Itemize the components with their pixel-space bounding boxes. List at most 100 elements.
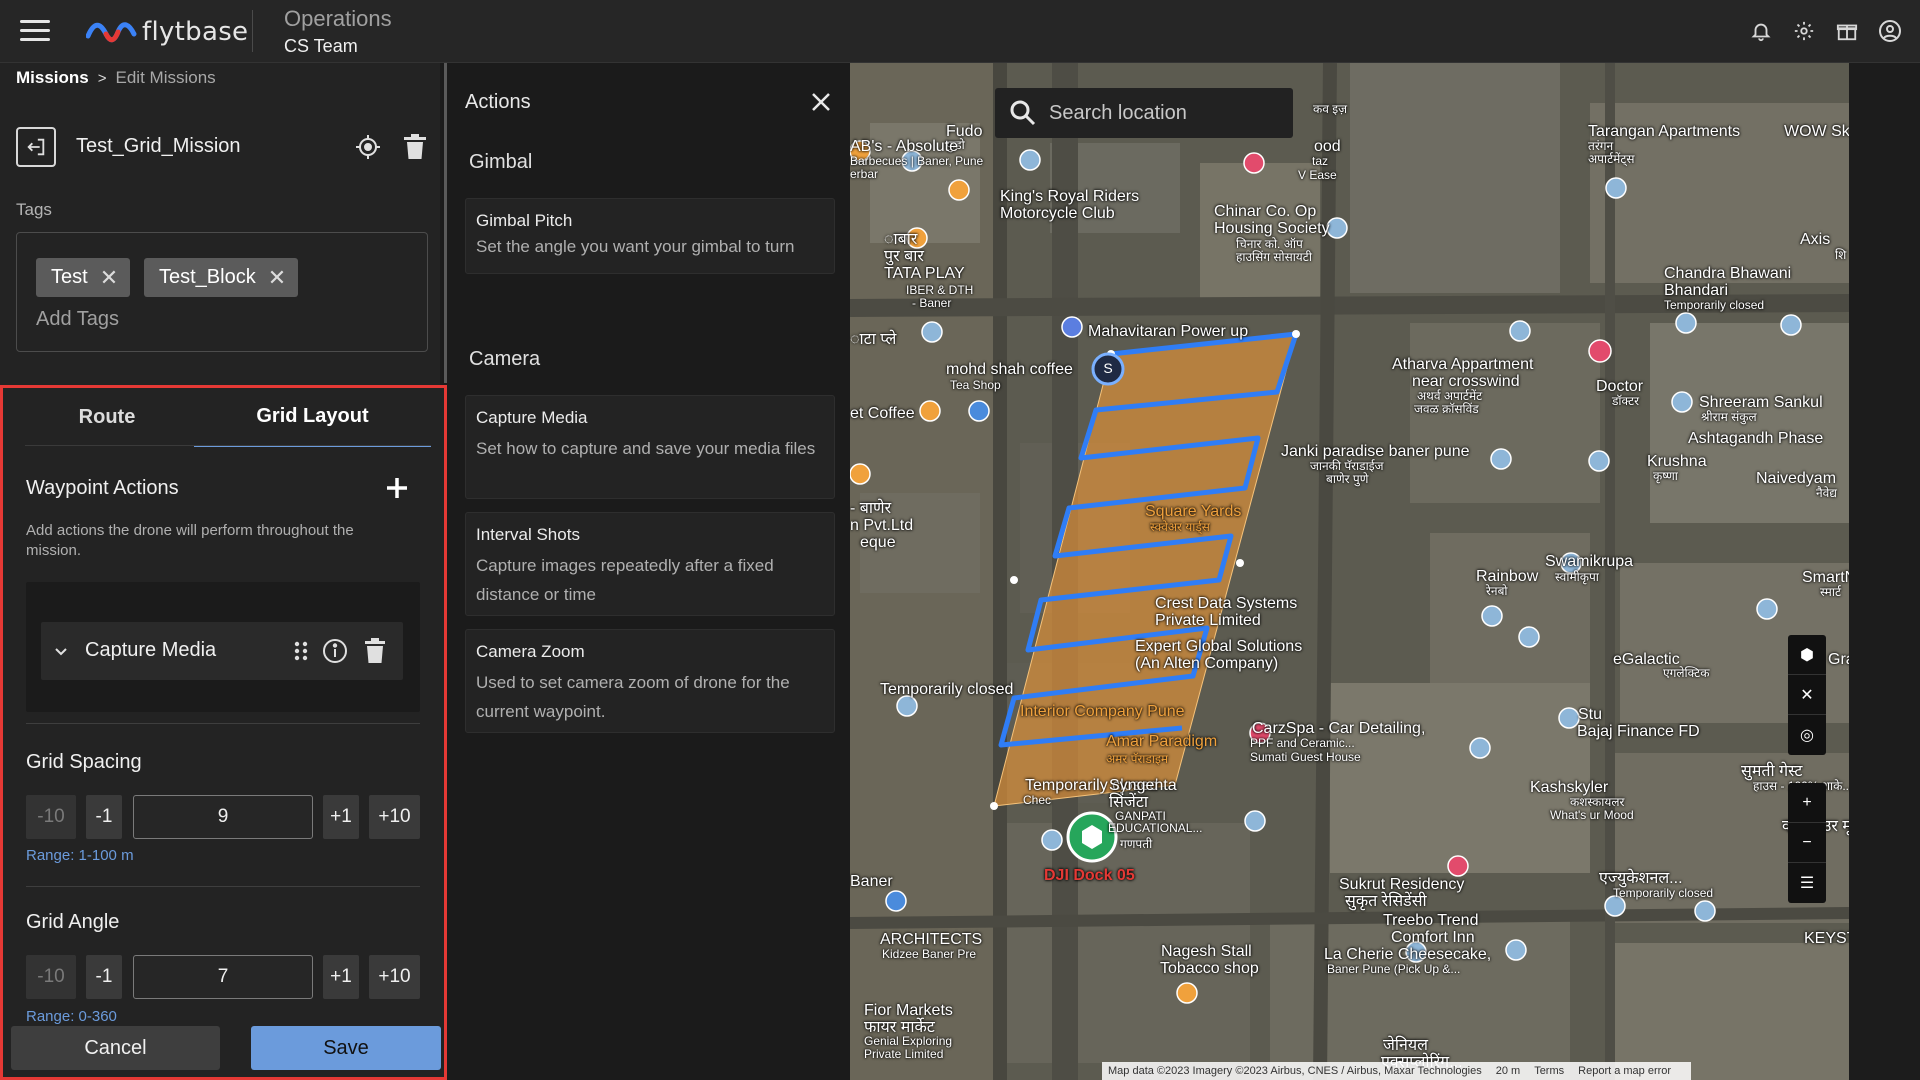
locate-mission-icon[interactable] bbox=[354, 133, 382, 161]
map-place-label[interactable]: Doctor bbox=[1596, 378, 1643, 395]
bell-icon[interactable] bbox=[1748, 18, 1774, 44]
map-place-label[interactable]: Crest Data Systems bbox=[1155, 595, 1297, 612]
map-place-label[interactable]: Expert Global Solutions bbox=[1135, 638, 1302, 655]
map-place-label[interactable]: डॉक्टर bbox=[1612, 395, 1639, 408]
grid-angle-plus-1-button[interactable]: +1 bbox=[323, 955, 359, 999]
delete-mission-icon[interactable] bbox=[402, 133, 428, 161]
map-place-label[interactable]: Shreeram Sankul bbox=[1699, 394, 1823, 411]
gear-icon[interactable] bbox=[1791, 18, 1817, 44]
map-place-label[interactable]: taz bbox=[1312, 155, 1328, 168]
map-place-label[interactable]: Axis bbox=[1800, 231, 1830, 248]
map-place-label[interactable]: स्मार्ट bbox=[1820, 586, 1841, 599]
map-place-label[interactable]: eque bbox=[860, 534, 896, 551]
map-place-label[interactable]: अपार्टमेंट्स bbox=[1588, 153, 1634, 166]
map-place-label[interactable]: नैवेद्य bbox=[1816, 487, 1837, 500]
map-place-label[interactable]: KEYSTONE bbox=[1804, 930, 1849, 947]
exit-button[interactable] bbox=[16, 127, 56, 167]
map-place-label[interactable]: Treebo Trend bbox=[1383, 912, 1478, 929]
cancel-button[interactable]: Cancel bbox=[11, 1026, 220, 1070]
map-place-label[interactable]: AB's - Absolute bbox=[850, 138, 958, 155]
map-place-label[interactable]: Sumati Guest House bbox=[1250, 751, 1361, 764]
delete-action-icon[interactable] bbox=[364, 638, 386, 664]
map-place-label[interactable]: Comfort Inn bbox=[1391, 929, 1475, 946]
action-item-capture-media[interactable]: Capture Media bbox=[41, 622, 403, 680]
grid-spacing-minus-1-button[interactable]: -1 bbox=[86, 795, 122, 839]
map-place-label[interactable]: Bhandari bbox=[1664, 282, 1728, 299]
info-icon[interactable] bbox=[322, 638, 348, 664]
map-place-label[interactable]: V Ease bbox=[1298, 169, 1337, 182]
map-place-label[interactable]: PPF and Ceramic... bbox=[1250, 737, 1355, 750]
map-place-label[interactable]: Tea Shop bbox=[950, 379, 1001, 392]
map-place-label[interactable]: Chandra Bhawani bbox=[1664, 265, 1791, 282]
user-account-icon[interactable] bbox=[1877, 18, 1903, 44]
map-place-label[interactable]: King's Royal Riders bbox=[1000, 188, 1139, 205]
map-place-label[interactable]: Housing Society bbox=[1214, 220, 1330, 237]
map-place-label[interactable]: शि bbox=[1835, 249, 1846, 262]
map-place-label[interactable]: पुर बार bbox=[884, 248, 924, 265]
map-place-label[interactable]: Janki paradise baner pune bbox=[1281, 443, 1470, 460]
remove-tag-icon[interactable]: ✕ bbox=[268, 266, 286, 289]
gift-icon[interactable] bbox=[1834, 18, 1860, 44]
map-place-label[interactable]: EDUCATIONAL... bbox=[1108, 822, 1202, 835]
map-place-label[interactable]: एज्युकेशनल... bbox=[1599, 870, 1683, 887]
map-place-label[interactable]: (An Alten Company) bbox=[1135, 655, 1278, 672]
map-place-label[interactable]: Ashtagandh Phase bbox=[1688, 430, 1823, 447]
map-place-label[interactable]: Stu bbox=[1578, 706, 1602, 723]
zoom-in-icon[interactable]: + bbox=[1788, 783, 1826, 823]
map-place-label[interactable]: कव इज़ bbox=[1313, 103, 1347, 116]
map-place-label[interactable]: जेनियल bbox=[1383, 1037, 1428, 1054]
map-place-label[interactable]: What's ur Mood bbox=[1550, 809, 1634, 822]
grid-spacing-plus-10-button[interactable]: +10 bbox=[369, 795, 420, 839]
map-place-label[interactable]: Bajaj Finance FD bbox=[1577, 723, 1700, 740]
map-search-input[interactable] bbox=[1049, 101, 1279, 125]
collapse-icon[interactable]: ✕ bbox=[1788, 675, 1826, 715]
map-place-label[interactable]: Baner Pune (Pick Up &... bbox=[1327, 963, 1460, 976]
tags-field[interactable]: Test ✕ Test_Block ✕ bbox=[16, 232, 428, 352]
start-marker-label[interactable]: S bbox=[1100, 360, 1116, 377]
map-place-label[interactable]: SmartNul bbox=[1802, 569, 1849, 586]
map-place-label[interactable]: Temporarily closed bbox=[1613, 887, 1713, 900]
map-place-label[interactable]: कृष्णा bbox=[1653, 470, 1678, 483]
map-place-label[interactable]: अमर पॅराडाइम bbox=[1106, 753, 1168, 766]
map-place-label[interactable]: Motorcycle Club bbox=[1000, 205, 1115, 222]
map-place-label[interactable]: बाणेर पुणे bbox=[1326, 473, 1368, 486]
map-place-label[interactable]: et Coffee bbox=[850, 405, 915, 422]
zoom-out-icon[interactable]: − bbox=[1788, 823, 1826, 863]
tab-route[interactable]: Route bbox=[25, 388, 189, 447]
action-card-camera-zoom[interactable]: Camera Zoom Used to set camera zoom of d… bbox=[465, 629, 835, 733]
chevron-down-icon[interactable] bbox=[53, 644, 69, 660]
map-place-label[interactable]: जवळ क्रॉसविंड bbox=[1414, 403, 1479, 416]
grid-angle-minus-1-button[interactable]: -1 bbox=[86, 955, 122, 999]
map-place-label[interactable]: Atharva Appartment bbox=[1392, 356, 1533, 373]
menu-icon[interactable] bbox=[20, 20, 50, 44]
map-place-label[interactable]: Krushna bbox=[1647, 453, 1707, 470]
map-place-label[interactable]: श्रीराम संकुल bbox=[1701, 411, 1757, 424]
map-place-label[interactable]: Chec bbox=[1023, 794, 1051, 807]
add-action-icon[interactable] bbox=[383, 474, 411, 502]
map-place-label[interactable]: Square Yards bbox=[1145, 503, 1241, 520]
grid-spacing-input[interactable] bbox=[133, 795, 313, 839]
map-place-label[interactable]: स्क्वेअर यार्ड्स bbox=[1150, 521, 1210, 534]
map-place-label[interactable]: सुमती गेस्ट bbox=[1741, 763, 1802, 780]
map-place-label[interactable]: GraceVilla - Yohannans bbox=[1828, 651, 1849, 668]
map-place-label[interactable]: Nagesh Stall bbox=[1161, 943, 1252, 960]
terms-link[interactable]: Terms bbox=[1534, 1065, 1564, 1077]
map-place-label[interactable]: WOW Sk bbox=[1784, 123, 1849, 140]
map-place-label[interactable]: गणपती bbox=[1120, 838, 1152, 851]
map-place-label[interactable]: - Baner bbox=[912, 297, 951, 310]
save-button[interactable]: Save bbox=[251, 1026, 441, 1070]
map-place-label[interactable]: Kidzee Baner Pre bbox=[882, 948, 976, 961]
map-place-label[interactable]: Fior Markets bbox=[864, 1002, 953, 1019]
remove-tag-icon[interactable]: ✕ bbox=[100, 266, 118, 289]
recenter-icon[interactable]: ◎ bbox=[1788, 715, 1826, 755]
action-card-interval-shots[interactable]: Interval Shots Capture images repeatedly… bbox=[465, 512, 835, 616]
scrollbar-thumb[interactable] bbox=[444, 63, 447, 383]
map-place-label[interactable]: स्वामीकृपा bbox=[1555, 571, 1599, 584]
map-place-label[interactable]: ood bbox=[1314, 138, 1341, 155]
map-place-label[interactable]: एगलेक्टिक bbox=[1663, 667, 1709, 680]
add-tags-input[interactable] bbox=[36, 305, 336, 333]
map-place-label[interactable]: Swamikrupa bbox=[1545, 553, 1633, 570]
map-place-label[interactable]: ाटा प्ले bbox=[850, 331, 896, 348]
breadcrumb-missions-link[interactable]: Missions bbox=[16, 68, 89, 88]
grid-angle-input[interactable] bbox=[133, 955, 313, 999]
